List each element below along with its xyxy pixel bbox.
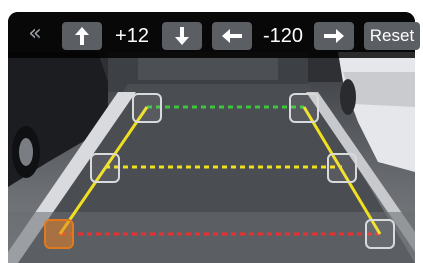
vertical-offset-value: +12 bbox=[115, 25, 149, 47]
move-left-button[interactable] bbox=[212, 22, 252, 50]
double-chevron-left-icon[interactable]: « bbox=[22, 22, 48, 48]
far-right-handle[interactable] bbox=[289, 93, 319, 123]
reset-button[interactable]: Reset bbox=[364, 22, 420, 50]
near-left-handle[interactable] bbox=[44, 219, 74, 249]
move-down-button[interactable] bbox=[162, 22, 202, 50]
arrow-right-icon bbox=[324, 29, 344, 43]
move-up-button[interactable] bbox=[62, 22, 102, 50]
middle-left-handle[interactable] bbox=[90, 153, 120, 183]
arrow-down-icon bbox=[175, 27, 189, 45]
rear-camera-view: « +12 -120 Reset bbox=[0, 0, 423, 263]
horizontal-offset-value: -120 bbox=[262, 25, 304, 47]
calibration-toolbar: « +12 -120 Reset bbox=[8, 12, 420, 58]
arrow-left-icon bbox=[222, 29, 242, 43]
far-left-handle[interactable] bbox=[132, 93, 162, 123]
move-right-button[interactable] bbox=[314, 22, 354, 50]
middle-right-handle[interactable] bbox=[327, 153, 357, 183]
near-right-handle[interactable] bbox=[365, 219, 395, 249]
arrow-up-icon bbox=[75, 27, 89, 45]
